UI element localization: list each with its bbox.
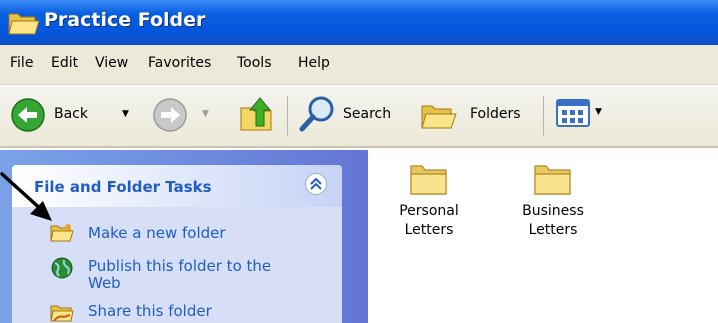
menu-file[interactable]: File (10, 55, 33, 71)
folders-icon (421, 105, 457, 129)
folder-open-icon (8, 13, 40, 35)
views-icon (556, 99, 590, 127)
toolbar-separator (543, 96, 544, 136)
toolbar-separator (287, 96, 288, 136)
share-folder-label: Share this folder (88, 302, 212, 320)
folder-icon (410, 165, 447, 195)
chevron-up-icon (310, 177, 322, 190)
back-button[interactable]: Back ▼ (8, 96, 146, 136)
collapse-button[interactable] (305, 173, 327, 195)
make-new-folder-label: Make a new folder (88, 224, 226, 242)
folder-name-line2: Letters (404, 222, 454, 238)
publish-folder-label-line1: Publish this folder to the (88, 257, 272, 275)
forward-arrow-icon (153, 98, 187, 132)
share-folder-link[interactable]: Share this folder (50, 300, 300, 323)
back-arrow-icon (11, 98, 45, 132)
folder-item[interactable]: Personal Letters (388, 160, 470, 240)
arrow-pointer-icon (0, 172, 52, 221)
folders-label: Folders (470, 106, 521, 122)
up-button[interactable] (238, 94, 278, 136)
menu-favorites[interactable]: Favorites (148, 55, 211, 71)
up-folder-icon (240, 97, 272, 131)
search-label: Search (343, 106, 392, 122)
toolbar: Back ▼ ▼ Search Folders ▼ (0, 86, 718, 148)
window-title: Practice Folder (44, 9, 206, 31)
back-label: Back (54, 106, 88, 122)
forward-button[interactable]: ▼ (150, 96, 220, 136)
title-bar[interactable]: Practice Folder (0, 0, 718, 45)
folder-name-line2: Letters (528, 222, 578, 238)
folder-name-line1: Personal (399, 203, 459, 219)
publish-web-icon (51, 257, 73, 279)
search-button[interactable]: Search (297, 94, 407, 138)
back-dropdown-arrow[interactable]: ▼ (122, 109, 129, 119)
share-folder-icon (50, 305, 74, 322)
menu-edit[interactable]: Edit (51, 55, 78, 71)
forward-dropdown-arrow[interactable]: ▼ (202, 109, 209, 119)
folders-button[interactable]: Folders (418, 94, 536, 138)
publish-folder-label-line2: Web (88, 274, 121, 292)
publish-folder-link[interactable]: Publish this folder to the Web (50, 254, 310, 294)
make-new-folder-link[interactable]: Make a new folder (50, 222, 300, 246)
menu-tools[interactable]: Tools (237, 55, 272, 71)
menu-help[interactable]: Help (298, 55, 330, 71)
folder-icon (534, 165, 571, 195)
menu-view[interactable]: View (95, 55, 128, 71)
folder-name-line1: Business (522, 203, 584, 219)
search-icon (299, 96, 334, 132)
views-button[interactable]: ▼ (556, 98, 616, 132)
views-dropdown-arrow[interactable]: ▼ (595, 107, 602, 117)
menu-bar: File Edit View Favorites Tools Help (0, 45, 718, 85)
folder-item[interactable]: Business Letters (512, 160, 594, 240)
